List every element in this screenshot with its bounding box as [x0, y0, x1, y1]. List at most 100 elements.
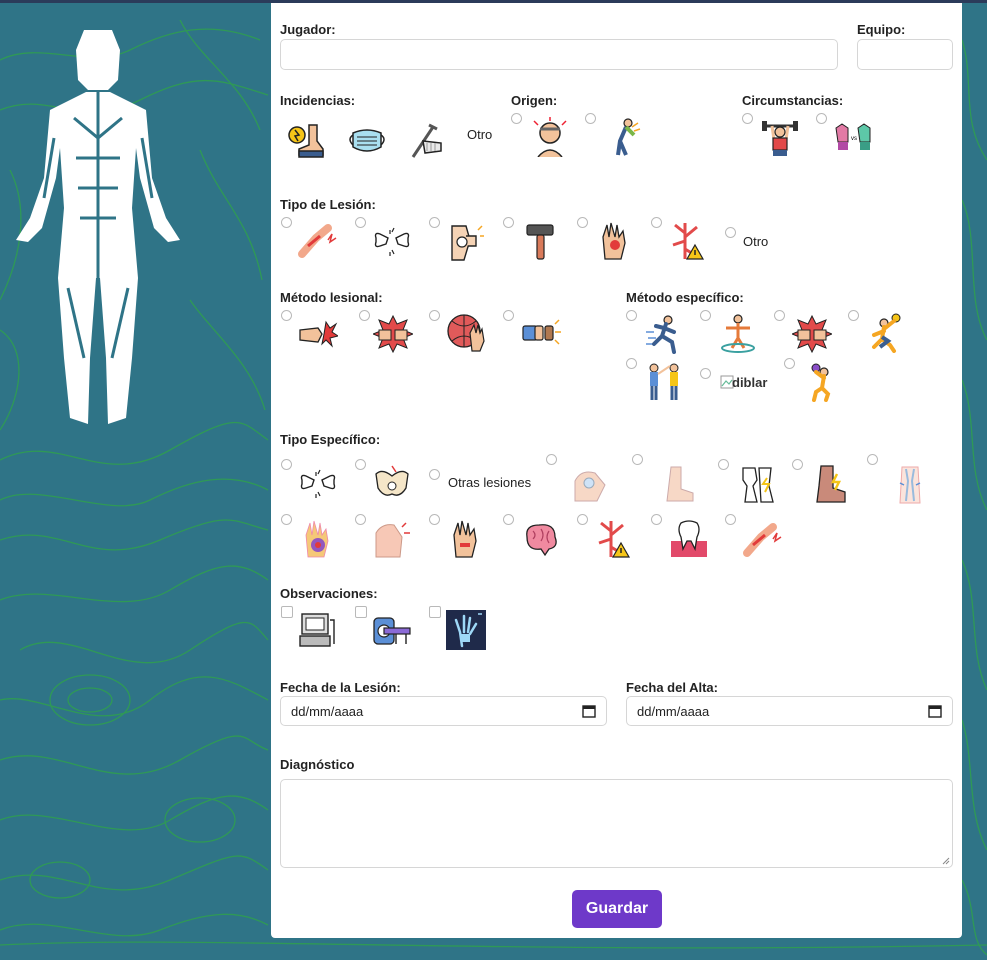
human-body-figure — [16, 30, 180, 424]
arm-pain-icon[interactable] — [298, 220, 338, 260]
shoulder-pain-icon[interactable] — [372, 519, 412, 559]
fist-bump-icon[interactable] — [521, 314, 561, 354]
tipo-especifico-radio-12[interactable] — [503, 514, 514, 525]
jumping-athlete-icon[interactable] — [718, 314, 758, 354]
tipo-especifico-radio-9[interactable] — [281, 514, 292, 525]
bone-fracture-icon-2[interactable] — [298, 464, 338, 504]
ankle-pain-icon[interactable] — [811, 464, 851, 504]
diagnostico-textarea[interactable] — [280, 779, 953, 868]
circunstancias-radio-1[interactable] — [742, 113, 753, 124]
tipo-especifico-radio-8[interactable] — [867, 454, 878, 465]
tipo-especifico-radio-13[interactable] — [577, 514, 588, 525]
ball-hand-icon[interactable] — [446, 313, 486, 353]
ultrasound-machine-icon[interactable] — [298, 610, 338, 650]
guardar-button[interactable]: Guardar — [572, 890, 662, 928]
clash-impact-icon-2[interactable] — [792, 314, 832, 354]
observaciones-checkbox-3[interactable] — [429, 606, 441, 618]
crutches-cast-icon[interactable] — [407, 121, 447, 161]
tipo-lesion-radio-5[interactable] — [577, 217, 588, 228]
tipo-lesion-radio-4[interactable] — [503, 217, 514, 228]
jugador-label: Jugador: — [280, 22, 336, 37]
fecha-lesion-label: Fecha de la Lesión: — [280, 680, 401, 695]
metodo-lesional-radio-1[interactable] — [281, 310, 292, 321]
metodo-especifico-radio-3[interactable] — [774, 310, 785, 321]
fecha-lesion-input[interactable]: dd/mm/aaaa — [280, 696, 607, 726]
calendar-icon[interactable] — [582, 704, 596, 718]
tipo-especifico-radio-11[interactable] — [429, 514, 440, 525]
resize-handle-icon[interactable] — [942, 857, 950, 865]
blood-vessel-warning-icon[interactable] — [669, 221, 709, 261]
tipo-lesion-radio-1[interactable] — [281, 217, 292, 228]
calendar-icon[interactable] — [928, 704, 942, 718]
clash-impact-icon[interactable] — [373, 314, 413, 354]
tipo-especifico-radio-3[interactable] — [429, 469, 440, 480]
two-players-icon[interactable] — [644, 362, 684, 402]
metodo-especifico-radio-4[interactable] — [848, 310, 859, 321]
otras-lesiones-label: Otras lesiones — [448, 475, 532, 490]
team-jerseys-icon[interactable]: vs — [834, 120, 874, 160]
knee-joint-icon-2[interactable] — [737, 464, 777, 504]
injured-foot-icon[interactable] — [287, 121, 327, 161]
tipo-lesion-radio-2[interactable] — [355, 217, 366, 228]
headache-person-icon[interactable] — [530, 117, 570, 157]
punch-impact-icon[interactable] — [298, 314, 338, 354]
arm-pain-icon-2[interactable] — [743, 519, 783, 559]
tipo-lesion-radio-otro[interactable] — [725, 227, 736, 238]
tipo-especifico-radio-2[interactable] — [355, 459, 366, 470]
metodo-lesional-radio-4[interactable] — [503, 310, 514, 321]
knee-xray-icon[interactable] — [890, 465, 930, 505]
tipo-lesion-radio-6[interactable] — [651, 217, 662, 228]
equipo-label: Equipo: — [857, 22, 906, 37]
tipo-especifico-radio-4[interactable] — [546, 454, 557, 465]
origen-radio-1[interactable] — [511, 113, 522, 124]
tipo-especifico-radio-15[interactable] — [725, 514, 736, 525]
knee-joint-icon[interactable] — [446, 222, 486, 262]
weightlifter-icon[interactable] — [760, 118, 800, 158]
metodo-especifico-radio-6[interactable] — [700, 368, 711, 379]
tipo-especifico-radio-14[interactable] — [651, 514, 662, 525]
tipo-especifico-radio-10[interactable] — [355, 514, 366, 525]
mri-scanner-icon[interactable] — [372, 610, 412, 650]
hand-bruise-icon[interactable] — [298, 519, 338, 559]
pelvis-injury-icon[interactable] — [372, 464, 412, 504]
tipo-especifico-radio-6[interactable] — [718, 459, 729, 470]
face-mask-icon[interactable] — [347, 121, 387, 161]
hammer-icon[interactable] — [521, 221, 561, 261]
tipo-lesion-radio-3[interactable] — [429, 217, 440, 228]
tipo-especifico-radio-7[interactable] — [792, 459, 803, 470]
hand-injury-icon[interactable] — [595, 221, 635, 261]
metodo-especifico-radio-2[interactable] — [700, 310, 711, 321]
hand-wound-icon[interactable] — [446, 519, 486, 559]
tipo-especifico-radio-1[interactable] — [281, 459, 292, 470]
shoulder-joint-icon[interactable] — [571, 465, 611, 505]
jugador-input[interactable] — [280, 39, 838, 70]
metodo-especifico-radio-7[interactable] — [784, 358, 795, 369]
equipo-input[interactable] — [857, 39, 953, 70]
metodo-especifico-radio-5[interactable] — [626, 358, 637, 369]
observaciones-checkbox-2[interactable] — [355, 606, 367, 618]
brain-icon[interactable] — [521, 519, 561, 559]
blood-vessel-warning-icon-2[interactable] — [595, 519, 635, 559]
handball-thrower-icon[interactable] — [866, 313, 906, 353]
circunstancias-radio-2[interactable] — [816, 113, 827, 124]
tooth-gum-icon[interactable] — [669, 519, 709, 559]
back-pain-person-icon[interactable] — [604, 117, 644, 157]
metodo-especifico-radio-1[interactable] — [626, 310, 637, 321]
metodo-lesional-radio-3[interactable] — [429, 310, 440, 321]
metodo-lesional-radio-2[interactable] — [359, 310, 370, 321]
circunstancias-label: Circumstancias: — [742, 93, 844, 108]
bone-fracture-icon[interactable] — [372, 222, 412, 262]
tipo-especifico-radio-5[interactable] — [632, 454, 643, 465]
handball-jump-shot-icon[interactable] — [802, 362, 842, 402]
origen-radio-2[interactable] — [585, 113, 596, 124]
metodo-especifico-label: Método específico: — [626, 290, 744, 305]
fecha-alta-label: Fecha del Alta: — [626, 680, 718, 695]
observaciones-label: Observaciones: — [280, 586, 378, 601]
tipo-lesion-otro-label: Otro — [743, 234, 769, 249]
fecha-alta-input[interactable]: dd/mm/aaaa — [626, 696, 953, 726]
sprinting-player-icon[interactable] — [644, 314, 684, 354]
foot-icon[interactable] — [657, 465, 697, 505]
fecha-lesion-placeholder: dd/mm/aaaa — [291, 704, 364, 719]
observaciones-checkbox-1[interactable] — [281, 606, 293, 618]
xray-hand-icon[interactable] — [446, 610, 486, 650]
